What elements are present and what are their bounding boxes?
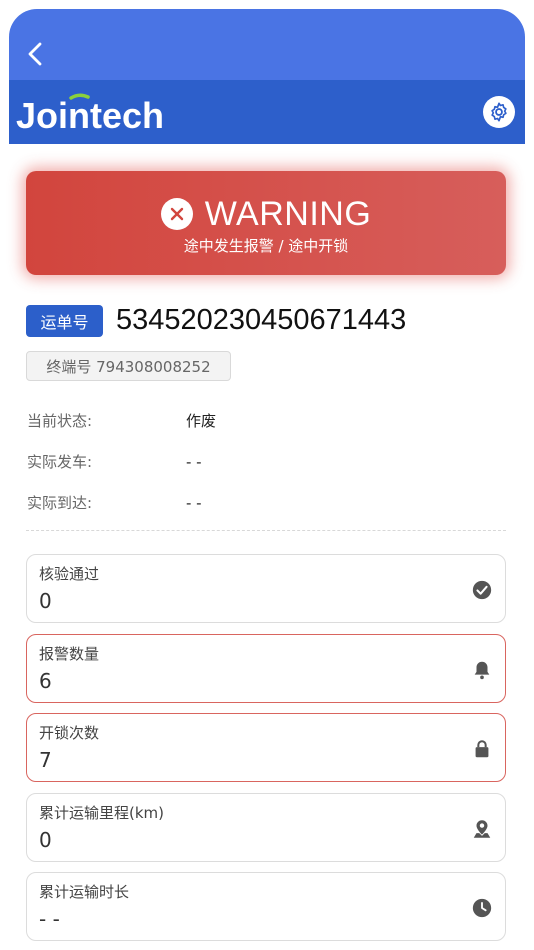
terminal-number-chip: 终端号 794308008252: [26, 351, 231, 381]
info-label: 当前状态:: [27, 412, 93, 430]
gear-icon: [491, 102, 507, 122]
bell-icon: [474, 661, 490, 680]
close-circle-icon: [160, 198, 193, 230]
info-value: 作废: [186, 412, 217, 430]
chevron-left-icon: [28, 42, 42, 66]
jointech-logo: Jointech: [16, 93, 164, 136]
warning-subtitle: 途中发生报警 / 途中开锁: [183, 237, 349, 255]
clock-icon: [472, 898, 492, 918]
stat-card-distance[interactable]: 累计运输里程(km) 0: [26, 793, 506, 862]
lock-icon: [475, 740, 489, 758]
stat-label: 累计运输里程(km): [39, 804, 165, 822]
stat-label: 核验通过: [39, 565, 100, 583]
stat-value: 7: [39, 748, 52, 772]
check-circle-icon: [472, 580, 492, 600]
stat-card-verified[interactable]: 核验通过 0: [26, 554, 506, 623]
stat-value: 0: [39, 589, 52, 613]
info-label: 实际发车:: [27, 453, 93, 471]
stat-label: 开锁次数: [39, 724, 100, 742]
brand-text: Jointech: [16, 95, 164, 136]
stat-card-alarms[interactable]: 报警数量 6: [26, 634, 506, 703]
warning-banner: WARNING 途中发生报警 / 途中开锁: [26, 171, 506, 275]
top-nav-bar: [9, 9, 525, 81]
map-pin-icon: [473, 820, 491, 838]
back-button[interactable]: [23, 39, 49, 69]
settings-button[interactable]: [483, 96, 515, 128]
info-label: 实际到达:: [27, 494, 93, 512]
stat-card-duration[interactable]: 累计运输时长 - -: [26, 872, 506, 941]
stat-label: 累计运输时长: [39, 883, 130, 901]
order-number-tag: 运单号: [26, 305, 103, 337]
stat-card-unlocks[interactable]: 开锁次数 7: [26, 713, 506, 782]
stat-value: - -: [39, 907, 60, 931]
stat-value: 0: [39, 828, 52, 852]
dashed-divider: [26, 530, 506, 531]
info-value: - -: [186, 494, 202, 512]
stat-label: 报警数量: [39, 645, 100, 663]
warning-title: WARNING: [204, 195, 372, 233]
order-number: 534520230450671443: [116, 304, 407, 336]
info-value: - -: [186, 453, 202, 471]
brand-bar: Jointech: [9, 80, 525, 144]
stat-value: 6: [39, 669, 52, 693]
